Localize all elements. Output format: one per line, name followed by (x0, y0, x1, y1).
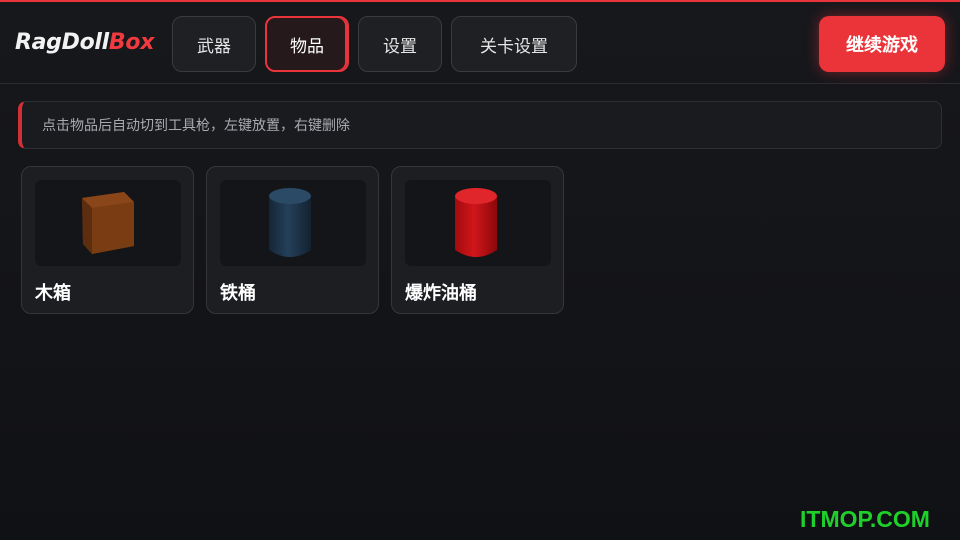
game-menu: RagDollBox 武器 物品 设置 关卡设置 继续游戏 点击物品后自动切到工… (0, 0, 960, 540)
tab-weapons[interactable]: 武器 (172, 16, 256, 72)
logo-accent-text: Box (108, 30, 155, 55)
tab-items[interactable]: 物品 (265, 16, 349, 72)
tab-label: 武器 (197, 36, 231, 57)
top-bar: RagDollBox 武器 物品 设置 关卡设置 继续游戏 (0, 2, 960, 84)
hint-text: 点击物品后自动切到工具枪，左键放置，右键删除 (42, 118, 350, 134)
tab-label: 设置 (383, 36, 417, 57)
tab-level-settings[interactable]: 关卡设置 (451, 16, 577, 72)
watermark-text: ITMOP.COM (800, 506, 930, 532)
item-label: 铁桶 (220, 283, 256, 304)
item-card-explosive-barrel[interactable]: 爆炸油桶 (391, 166, 564, 314)
item-label: 木箱 (35, 283, 71, 304)
item-label: 爆炸油桶 (405, 283, 477, 304)
wooden-crate-icon (82, 192, 134, 254)
item-preview (220, 180, 366, 266)
tab-label: 物品 (290, 36, 324, 57)
logo: RagDollBox (15, 30, 154, 55)
continue-game-label: 继续游戏 (846, 35, 918, 56)
logo-main-text: RagDoll (15, 30, 109, 55)
item-preview (35, 180, 181, 266)
item-card-iron-barrel[interactable]: 铁桶 (206, 166, 379, 314)
item-preview (405, 180, 551, 266)
hint-bar: 点击物品后自动切到工具枪，左键放置，右键删除 (18, 101, 942, 149)
tab-settings[interactable]: 设置 (358, 16, 442, 72)
item-card-wooden-crate[interactable]: 木箱 (21, 166, 194, 314)
iron-barrel-icon (269, 188, 311, 257)
explosive-barrel-icon (455, 188, 497, 257)
continue-game-button[interactable]: 继续游戏 (819, 16, 945, 72)
tab-label: 关卡设置 (480, 36, 548, 57)
